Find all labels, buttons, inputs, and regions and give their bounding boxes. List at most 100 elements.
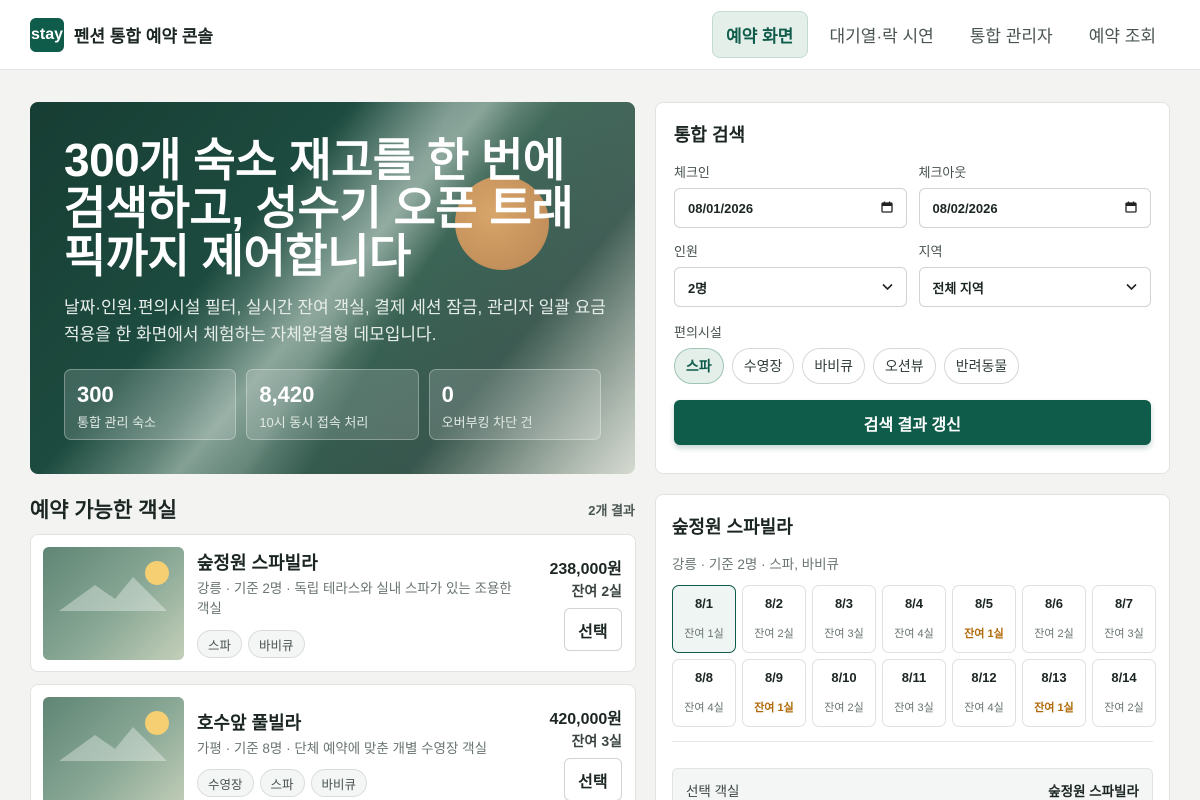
calendar-day[interactable]: 8/5 잔여 1실 <box>952 585 1016 653</box>
amenity-chip-pool[interactable]: 수영장 <box>731 348 795 384</box>
checkin-input[interactable]: 08/01/2026 <box>674 188 907 228</box>
nav-booking[interactable]: 예약 화면 <box>712 11 808 58</box>
calendar-day-date: 8/1 <box>694 596 714 611</box>
room-tag: 스파 <box>197 630 243 658</box>
stat-label: 10시 동시 접속 처리 <box>259 415 369 430</box>
calendar-day[interactable]: 8/11 잔여 3실 <box>882 659 946 727</box>
amenity-chip-pets[interactable]: 반려동물 <box>943 348 1020 384</box>
guests-value: 2명 <box>688 280 708 296</box>
stat-value: 0 <box>441 382 454 407</box>
calendar-day[interactable]: 8/3 잔여 3실 <box>812 585 876 653</box>
guest-region-row: 인원 2명 지역 전체 지역 <box>674 241 1151 307</box>
calendar-day-remaining: 잔여 4실 <box>684 702 724 714</box>
room-select-button[interactable]: 선택 <box>564 608 622 651</box>
calendar-day[interactable]: 8/6 잔여 2실 <box>1022 585 1086 653</box>
calendar-day[interactable]: 8/13 잔여 1실 <box>1022 659 1086 727</box>
calendar-day[interactable]: 8/12 잔여 4실 <box>952 659 1016 727</box>
room-select-button[interactable]: 선택 <box>564 758 622 800</box>
room-tag: 수영장 <box>197 769 254 797</box>
nav-admin[interactable]: 통합 관리자 <box>956 11 1067 58</box>
main-nav: 예약 화면 대기열·락 시연 통합 관리자 예약 조회 <box>712 11 1170 58</box>
checkout-input[interactable]: 08/02/2026 <box>918 188 1151 228</box>
room-tag: 바비큐 <box>310 769 368 797</box>
room-description: 가평 · 기준 8명 · 단체 예약에 맞춘 개별 수영장 객실 <box>197 741 487 756</box>
region-value: 전체 지역 <box>932 280 984 296</box>
checkout-field: 체크아웃 08/02/2026 <box>918 162 1151 228</box>
room-tag: 스파 <box>259 769 305 797</box>
region-select[interactable]: 전체 지역 <box>918 267 1151 307</box>
mountain-icon <box>59 577 167 611</box>
calendar-day-date: 8/9 <box>764 670 784 685</box>
calendar-day-remaining: 잔여 3실 <box>894 702 934 714</box>
calendar-day[interactable]: 8/2 잔여 2실 <box>742 585 806 653</box>
results-title: 예약 가능한 객실 <box>30 499 177 522</box>
calendar-day-date: 8/7 <box>1114 596 1134 611</box>
mountain-icon <box>59 727 167 761</box>
room-card[interactable]: 숲정원 스파빌라 강릉 · 기준 2명 · 독립 테라스와 실내 스파가 있는 … <box>30 534 636 672</box>
date-row: 체크인 08/01/2026 체크아웃 08/02/2026 <box>674 162 1151 228</box>
nav-queue-lock-demo[interactable]: 대기열·락 시연 <box>816 11 948 58</box>
calendar-day[interactable]: 8/10 잔여 2실 <box>812 659 876 727</box>
calendar-day-date: 8/3 <box>834 596 854 611</box>
stat-value: 8,420 <box>259 382 315 407</box>
calendar-day-remaining: 잔여 1실 <box>1034 702 1074 714</box>
room-price: 420,000원 <box>549 711 622 728</box>
nav-reservation-lookup[interactable]: 예약 조회 <box>1075 11 1170 58</box>
calendar-day[interactable]: 8/14 잔여 2실 <box>1092 659 1156 727</box>
checkin-label: 체크인 <box>674 165 710 180</box>
region-field: 지역 전체 지역 <box>918 241 1151 307</box>
hero-stats: 300 통합 관리 숙소 8,420 10시 동시 접속 처리 0 오버부킹 차… <box>64 369 601 440</box>
calendar-day[interactable]: 8/1 잔여 1실 <box>672 585 736 653</box>
calendar-day[interactable]: 8/7 잔여 3실 <box>1092 585 1156 653</box>
calendar-icon[interactable] <box>1125 201 1137 216</box>
guests-label: 인원 <box>674 244 698 259</box>
stat-label: 오버부킹 차단 건 <box>441 415 533 430</box>
calendar-day-date: 8/2 <box>764 596 784 611</box>
brand-title: 펜션 통합 예약 콘솔 <box>74 27 214 46</box>
stat-card-properties: 300 통합 관리 숙소 <box>64 369 237 440</box>
selected-room-label: 선택 객실 <box>686 784 740 799</box>
amenity-chip-bbq[interactable]: 바비큐 <box>802 348 866 384</box>
selected-room-row: 선택 객실 숲정원 스파빌라 <box>672 768 1153 800</box>
room-card[interactable]: 호수앞 풀빌라 가평 · 기준 8명 · 단체 예약에 맞춘 개별 수영장 객실… <box>30 684 636 800</box>
calendar-icon[interactable] <box>880 201 893 216</box>
results-header: 예약 가능한 객실 2개 결과 <box>30 494 635 524</box>
calendar-day-date: 8/13 <box>1041 670 1067 685</box>
calendar-day-remaining: 잔여 2실 <box>824 702 864 714</box>
search-submit-button[interactable]: 검색 결과 갱신 <box>674 400 1151 445</box>
room-description: 강릉 · 기준 2명 · 독립 테라스와 실내 스파가 있는 조용한 객실 <box>197 581 512 616</box>
chevron-down-icon <box>881 280 893 294</box>
calendar-day-date: 8/5 <box>974 596 994 611</box>
calendar-day-remaining: 잔여 2실 <box>754 628 794 640</box>
amenity-chip-ocean-view[interactable]: 오션뷰 <box>873 348 936 384</box>
room-name: 호수앞 풀빌라 <box>197 713 302 733</box>
calendar-day[interactable]: 8/8 잔여 4실 <box>672 659 736 727</box>
calendar-day-date: 8/10 <box>831 670 857 685</box>
calendar-day-remaining: 잔여 1실 <box>964 628 1004 640</box>
checkin-field: 체크인 08/01/2026 <box>674 162 907 228</box>
search-panel: 통합 검색 체크인 08/01/2026 체크아웃 08/02/2026 인원 <box>655 102 1170 474</box>
results-count: 2개 결과 <box>588 502 635 518</box>
search-panel-title: 통합 검색 <box>674 125 746 145</box>
selected-room-value: 숲정원 스파빌라 <box>1048 784 1139 799</box>
calendar-day[interactable]: 8/4 잔여 4실 <box>882 585 946 653</box>
detail-room-name: 숲정원 스파빌라 <box>672 517 793 537</box>
calendar-day-date: 8/6 <box>1044 596 1064 611</box>
calendar-day-remaining: 잔여 1실 <box>754 702 794 714</box>
guests-select[interactable]: 2명 <box>674 267 907 307</box>
calendar-day[interactable]: 8/9 잔여 1실 <box>742 659 806 727</box>
divider <box>672 741 1153 742</box>
logo[interactable]: stay <box>30 17 64 52</box>
room-thumbnail <box>43 547 184 660</box>
amenity-chip-spa[interactable]: 스파 <box>674 348 724 384</box>
guests-field: 인원 2명 <box>674 241 907 307</box>
calendar-day-remaining: 잔여 1실 <box>684 628 724 640</box>
room-tags: 수영장 스파 바비큐 <box>197 769 368 797</box>
calendar-day-remaining: 잔여 3실 <box>1104 628 1144 640</box>
room-thumbnail <box>43 697 184 800</box>
room-name: 숲정원 스파빌라 <box>197 553 318 573</box>
room-remaining: 잔여 3실 <box>571 733 622 749</box>
checkout-value: 08/02/2026 <box>932 200 998 216</box>
detail-room-meta: 강릉 · 기준 2명 · 스파, 바비큐 <box>672 557 839 572</box>
top-bar: stay 펜션 통합 예약 콘솔 예약 화면 대기열·락 시연 통합 관리자 예… <box>0 0 1200 70</box>
